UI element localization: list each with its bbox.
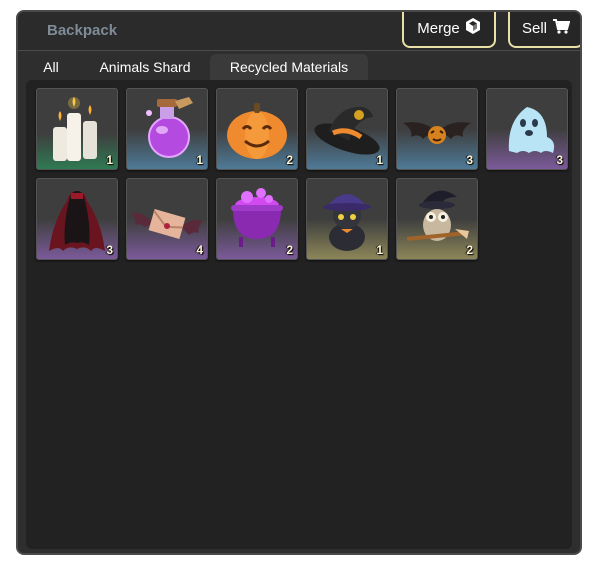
merge-hexagon-icon [465, 17, 481, 39]
ghost-icon [508, 107, 555, 153]
item-slot-candles[interactable]: 1 [36, 88, 118, 170]
owl-witch-icon [406, 190, 469, 241]
bat-letter-icon [131, 209, 203, 239]
sell-label: Sell [521, 19, 547, 37]
item-quantity: 2 [286, 243, 293, 257]
item-quantity: 1 [196, 153, 203, 167]
item-quantity: 3 [556, 153, 563, 167]
tab-all[interactable]: All [36, 54, 66, 80]
item-quantity: 2 [286, 153, 293, 167]
cauldron-icon [231, 188, 283, 247]
witch-hat-icon [314, 106, 380, 155]
item-slot-bat-letter[interactable]: 4 [126, 178, 208, 260]
category-tabs: All Animals Shard Recycled Materials [18, 54, 580, 80]
backpack-panel: Backpack Merge Sell All Animals Shard Re… [16, 10, 582, 555]
item-quantity: 1 [376, 153, 383, 167]
item-slot-ghost[interactable]: 3 [486, 88, 568, 170]
cart-icon [552, 18, 571, 38]
item-slot-cauldron[interactable]: 2 [216, 178, 298, 260]
item-quantity: 2 [466, 243, 473, 257]
item-slot-bat[interactable]: 3 [396, 88, 478, 170]
cloak-icon [49, 191, 105, 251]
potion-icon [146, 97, 193, 158]
tab-animals-shard[interactable]: Animals Shard [90, 54, 200, 80]
black-cat-icon [323, 194, 371, 251]
item-quantity: 3 [466, 153, 473, 167]
item-quantity: 4 [196, 243, 203, 257]
backpack-title: Backpack [47, 22, 118, 39]
backpack-header: Backpack Merge Sell [18, 12, 580, 51]
item-quantity: 1 [106, 153, 113, 167]
item-quantity: 1 [376, 243, 383, 257]
item-slot-witch-hat[interactable]: 1 [306, 88, 388, 170]
inventory-grid-area: 1 1 2 1 3 3 3 4 2 1 2 [26, 80, 572, 549]
item-slot-potion[interactable]: 1 [126, 88, 208, 170]
candles-icon [53, 97, 97, 161]
item-slot-owl-witch[interactable]: 2 [396, 178, 478, 260]
merge-button[interactable]: Merge [402, 12, 496, 48]
bat-icon [403, 122, 471, 144]
item-slot-cloak[interactable]: 3 [36, 178, 118, 260]
tab-recycled-materials[interactable]: Recycled Materials [210, 54, 368, 80]
sell-button[interactable]: Sell [508, 12, 580, 48]
pumpkin-icon [227, 103, 287, 159]
item-slot-pumpkin[interactable]: 2 [216, 88, 298, 170]
merge-label: Merge [417, 19, 460, 37]
item-slot-black-cat[interactable]: 1 [306, 178, 388, 260]
item-quantity: 3 [106, 243, 113, 257]
